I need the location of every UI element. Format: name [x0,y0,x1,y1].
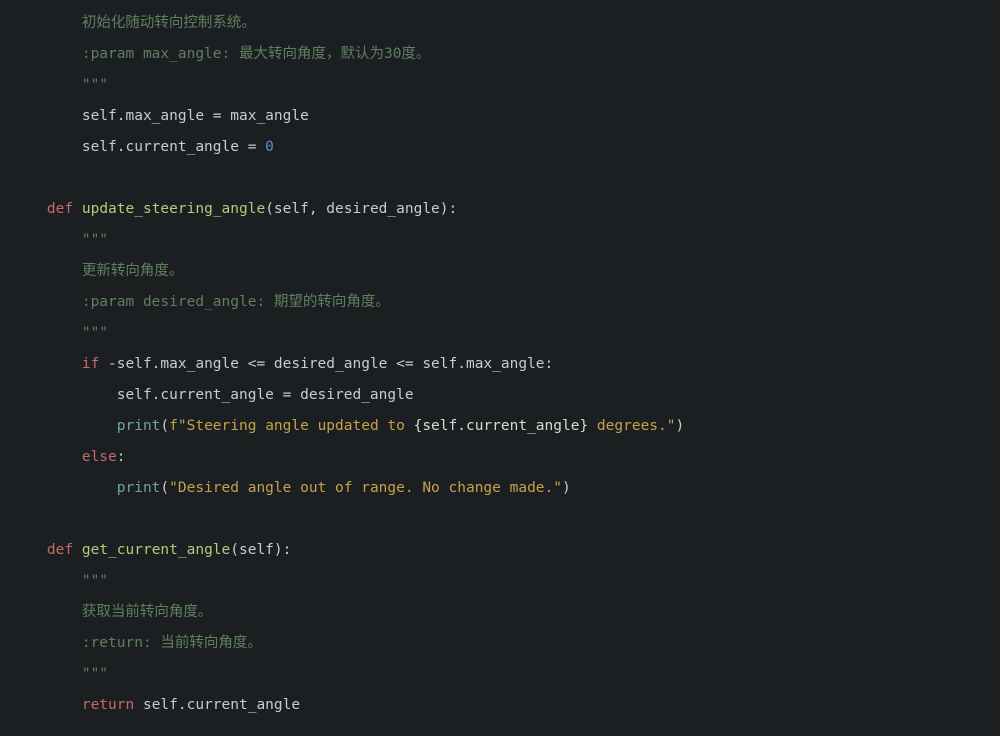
docstring-line: 更新转向角度。 [82,263,184,279]
open-paren: ( [160,418,169,434]
fstring-interp: {self.current_angle} [414,418,589,434]
fstring-prefix: f [169,418,178,434]
indent [12,697,82,713]
code-line: self.max_angle = max_angle [82,108,309,124]
indent [12,263,82,279]
docstring-open: """ [82,232,108,248]
function-name: update_steering_angle [82,201,265,217]
indent [12,15,82,31]
string-literal: "Steering angle updated to [178,418,414,434]
number-literal: 0 [265,139,274,155]
if-condition: -self.max_angle <= desired_angle <= self… [99,356,553,372]
code-line: self.current_angle = [82,139,265,155]
code-line: self.current_angle = desired_angle [117,387,414,403]
open-paren: ( [160,480,169,496]
indent [12,77,82,93]
function-signature: (self, desired_angle): [265,201,457,217]
indent [12,325,82,341]
indent [12,46,82,62]
docstring-open: """ [82,573,108,589]
indent [12,480,117,496]
docstring-line: :param desired_angle: 期望的转向角度。 [82,294,390,310]
docstring-line: 初始化随动转向控制系统。 [82,15,256,31]
keyword-def: def [47,542,73,558]
docstring-line: 获取当前转向角度。 [82,604,213,620]
docstring-line: :param max_angle: 最大转向角度，默认为30度。 [82,46,431,62]
builtin-print: print [117,418,161,434]
keyword-if: if [82,356,99,372]
indent [12,635,82,651]
keyword-else: else [82,449,117,465]
code-block: 初始化随动转向控制系统。 :param max_angle: 最大转向角度，默认… [12,8,684,721]
function-signature: (self): [230,542,291,558]
indent [12,108,82,124]
docstring-close: """ [82,666,108,682]
indent [12,139,82,155]
indent [12,666,82,682]
colon: : [117,449,126,465]
indent [12,542,47,558]
indent [12,604,82,620]
string-literal: degrees." [588,418,675,434]
code-editor-viewport[interactable]: 初始化随动转向控制系统。 :param max_angle: 最大转向角度，默认… [12,8,684,721]
indent [12,387,117,403]
string-literal: "Desired angle out of range. No change m… [169,480,562,496]
indent [12,201,47,217]
indent [12,232,82,248]
docstring-close: """ [82,77,108,93]
docstring-line: :return: 当前转向角度。 [82,635,262,651]
keyword-return: return [82,697,134,713]
close-paren: ) [562,480,571,496]
indent [12,449,82,465]
builtin-print: print [117,480,161,496]
indent [12,573,82,589]
indent [12,356,82,372]
indent [12,294,82,310]
docstring-close: """ [82,325,108,341]
function-name: get_current_angle [82,542,230,558]
return-expr: self.current_angle [134,697,300,713]
close-paren: ) [676,418,685,434]
keyword-def: def [47,201,73,217]
indent [12,418,117,434]
